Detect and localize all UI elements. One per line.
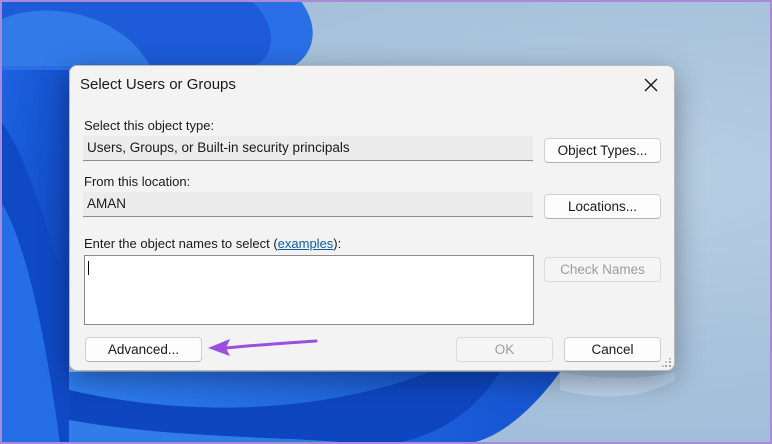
- object-type-field: Users, Groups, or Built-in security prin…: [83, 136, 533, 161]
- close-icon: [644, 78, 658, 92]
- annotation-arrow-icon: [208, 339, 318, 356]
- resize-grip-icon[interactable]: [662, 358, 672, 368]
- text-caret: [88, 261, 89, 275]
- location-label: From this location:: [84, 174, 191, 189]
- enter-names-label: Enter the object names to select (exampl…: [84, 236, 341, 251]
- locations-button[interactable]: Locations...: [544, 194, 661, 219]
- enter-names-label-suffix: ):: [333, 236, 342, 251]
- dialog-title: Select Users or Groups: [80, 76, 236, 93]
- enter-names-label-prefix: Enter the object names to select (: [84, 236, 278, 251]
- check-names-button[interactable]: Check Names: [544, 257, 661, 282]
- desktop-background: Select Users or Groups Select this objec…: [0, 0, 772, 444]
- object-types-button[interactable]: Object Types...: [544, 138, 661, 163]
- object-names-input[interactable]: [84, 255, 534, 325]
- object-type-label: Select this object type:: [84, 118, 215, 133]
- ok-button[interactable]: OK: [456, 337, 553, 362]
- advanced-button[interactable]: Advanced...: [85, 337, 202, 362]
- cancel-button[interactable]: Cancel: [564, 337, 661, 362]
- location-field: AMAN: [83, 192, 533, 217]
- close-button[interactable]: [634, 70, 668, 100]
- examples-link[interactable]: examples: [278, 236, 334, 251]
- select-users-dialog: Select Users or Groups Select this objec…: [69, 65, 675, 371]
